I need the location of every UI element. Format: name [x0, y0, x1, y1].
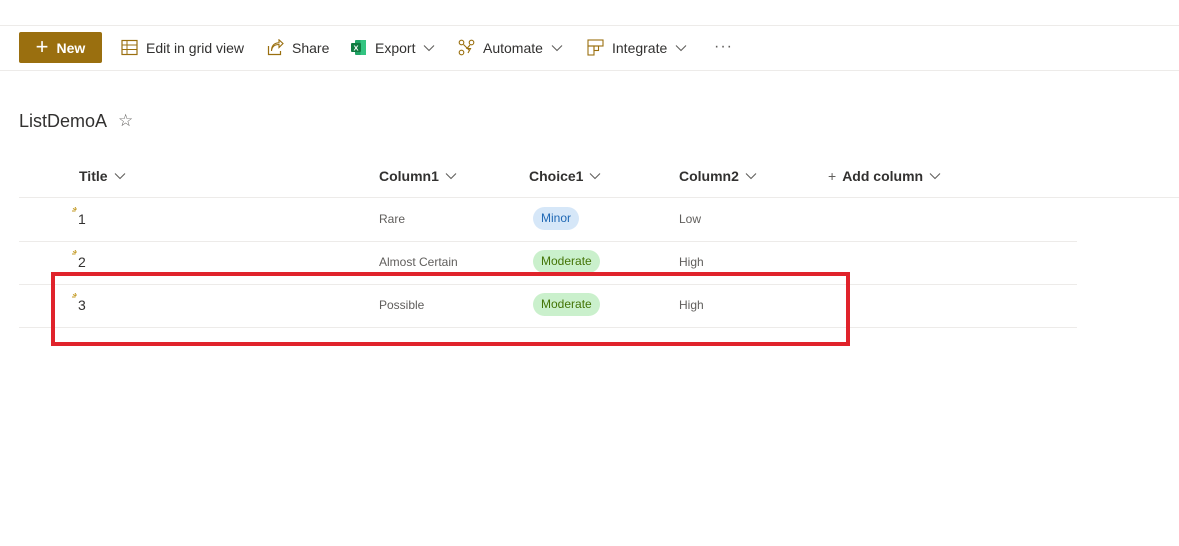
column-header-label: Column1 — [379, 168, 439, 184]
chevron-down-icon — [590, 173, 601, 180]
row-column1: Rare — [379, 212, 406, 226]
more-options-button[interactable]: ··· — [714, 38, 733, 56]
list-title: ListDemoA — [19, 111, 108, 131]
integrate-icon — [587, 39, 604, 56]
choice-pill: Minor — [533, 207, 580, 230]
row-title[interactable]: 1 — [78, 211, 86, 227]
chevron-down-icon — [445, 173, 457, 180]
chevron-down-icon — [675, 44, 687, 51]
chevron-down-icon — [551, 44, 563, 51]
excel-icon: X — [351, 40, 366, 55]
plus-icon: + — [35, 33, 49, 59]
plus-icon: + — [828, 168, 837, 184]
add-column-label: Add column — [842, 168, 924, 184]
integrate-label: Integrate — [612, 39, 668, 56]
new-button-label: New — [56, 39, 86, 56]
highlight-box — [51, 272, 850, 346]
new-button[interactable]: + New — [19, 32, 102, 63]
share-icon — [267, 39, 284, 56]
svg-text:X: X — [353, 43, 358, 52]
export-button[interactable]: X Export — [350, 32, 435, 63]
integrate-button[interactable]: Integrate — [587, 32, 687, 63]
column-header-column2[interactable]: Column2 — [679, 168, 757, 184]
column-header-label: Title — [79, 168, 108, 184]
star-icon[interactable]: ☆ — [118, 111, 133, 131]
row-column2: High — [679, 255, 704, 269]
table-row[interactable]: 1 Rare Minor Low — [19, 198, 1077, 242]
share-label: Share — [292, 39, 330, 56]
chevron-down-icon — [424, 44, 435, 51]
edit-grid-view-label: Edit in grid view — [146, 39, 245, 56]
row-column2: Low — [679, 212, 702, 226]
automate-button[interactable]: Automate — [458, 32, 563, 63]
edit-grid-view-button[interactable]: Edit in grid view — [121, 32, 244, 63]
automate-label: Automate — [483, 39, 543, 56]
choice-pill: Moderate — [533, 250, 600, 273]
column-header-choice1[interactable]: Choice1 — [529, 168, 601, 184]
export-label: Export — [375, 39, 416, 56]
share-button[interactable]: Share — [267, 32, 329, 63]
command-bar: + New Edit in grid view Share X Export A… — [0, 26, 1179, 71]
row-column1: Almost Certain — [379, 255, 458, 269]
column-header-label: Column2 — [679, 168, 739, 184]
chevron-down-icon — [929, 173, 941, 180]
column-header-label: Choice1 — [529, 168, 584, 184]
add-column-button[interactable]: + Add column — [828, 168, 941, 184]
column-header-column1[interactable]: Column1 — [379, 168, 457, 184]
column-header-title[interactable]: Title — [79, 168, 126, 184]
flow-icon — [458, 39, 475, 56]
chevron-down-icon — [114, 173, 125, 180]
grid-icon — [121, 39, 138, 56]
chevron-down-icon — [745, 173, 757, 180]
row-title[interactable]: 2 — [78, 254, 86, 270]
